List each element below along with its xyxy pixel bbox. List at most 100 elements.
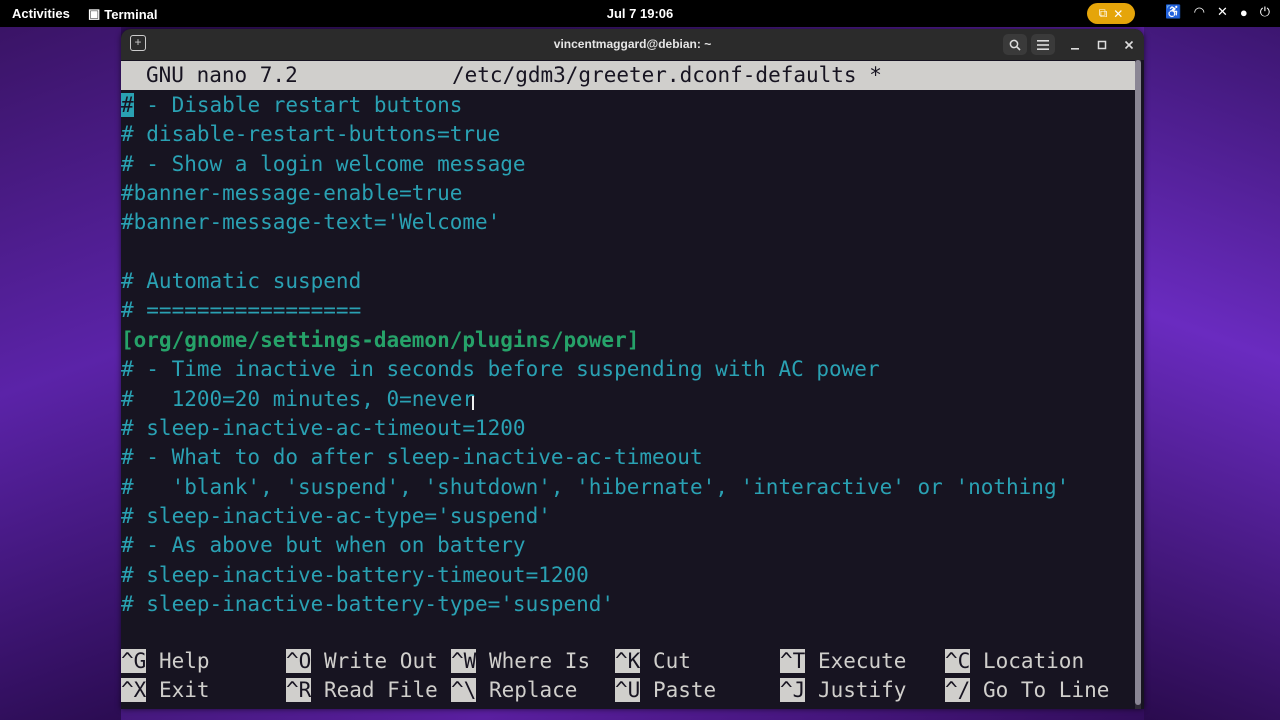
editor-line[interactable]: # sleep-inactive-ac-type='suspend' bbox=[121, 502, 551, 531]
nano-version: GNU nano 7.2 bbox=[146, 63, 298, 87]
minimize-icon bbox=[1071, 47, 1079, 50]
editor-line[interactable]: # disable-restart-buttons=true bbox=[121, 120, 500, 149]
line-text: # Automatic suspend bbox=[121, 269, 362, 294]
editor-line[interactable]: [org/gnome/settings-daemon/plugins/power… bbox=[121, 326, 639, 355]
line-text: #banner-message-text='Welcome' bbox=[121, 210, 501, 235]
shortcut-label: Location bbox=[970, 649, 1085, 673]
scrollbar[interactable] bbox=[1135, 60, 1141, 709]
line-text: - Disable restart buttons bbox=[133, 93, 463, 117]
editor-line[interactable]: # - What to do after sleep-inactive-ac-t… bbox=[121, 443, 703, 472]
shortcut-label: Cut bbox=[640, 649, 691, 673]
editor-line[interactable]: # ================= bbox=[121, 296, 361, 325]
config-section-header: [org/gnome/settings-daemon/plugins/power… bbox=[121, 327, 640, 352]
shortcut-key: ^/ bbox=[945, 678, 971, 702]
line-text: #banner-message-enable=true bbox=[121, 181, 463, 206]
screencast-indicator[interactable]: ⧉ ✕ bbox=[1087, 3, 1135, 24]
window-title: vincentmaggard@debian: ~ bbox=[553, 37, 712, 51]
shortcut-key: ^C bbox=[945, 649, 971, 673]
line-text: # - What to do after sleep-inactive-ac-t… bbox=[121, 445, 703, 470]
shortcut-location[interactable]: ^C Location bbox=[945, 647, 1084, 676]
shortcut-key: ^W bbox=[451, 649, 477, 673]
wallpaper bbox=[0, 27, 121, 720]
line-text: # sleep-inactive-battery-type='suspend' bbox=[121, 591, 615, 616]
accessibility-icon[interactable]: ♿ bbox=[1165, 4, 1181, 20]
line-text: # - Time inactive in seconds before susp… bbox=[121, 357, 880, 382]
terminal-window: + vincentmaggard@debian: ~ GNU nano 7.2/… bbox=[121, 29, 1144, 709]
shortcut-label: Where Is bbox=[476, 649, 591, 673]
minimize-button[interactable] bbox=[1065, 34, 1085, 55]
shortcut-key: ^\ bbox=[451, 678, 477, 702]
editor-line[interactable]: #banner-message-enable=true bbox=[121, 179, 462, 208]
wallpaper-right bbox=[1144, 27, 1280, 720]
close-button[interactable] bbox=[1119, 34, 1139, 55]
editor-line[interactable]: # - Show a login welcome message bbox=[121, 150, 526, 179]
line-text: # sleep-inactive-ac-timeout=1200 bbox=[121, 415, 526, 440]
top-bar: Activities ▣ Terminal Jul 7 19:06 ⧉ ✕ ♿ … bbox=[0, 0, 1280, 27]
editor-line[interactable]: # Automatic suspend bbox=[121, 267, 361, 296]
search-icon bbox=[1009, 39, 1021, 51]
maximize-button[interactable] bbox=[1092, 34, 1112, 55]
shortcut-label: Paste bbox=[640, 678, 717, 702]
shortcut-help[interactable]: ^G Help bbox=[121, 647, 210, 676]
shortcut-label: Exit bbox=[146, 678, 210, 702]
line-text: # sleep-inactive-battery-timeout=1200 bbox=[121, 562, 589, 587]
menu-icon bbox=[1037, 39, 1049, 50]
close-icon bbox=[1124, 40, 1134, 49]
volume-muted-icon: ✕ bbox=[1216, 4, 1228, 19]
shortcut-cut[interactable]: ^K Cut bbox=[615, 647, 691, 676]
line-text: # - As above but when on battery bbox=[121, 533, 526, 558]
shortcut-label: Help bbox=[146, 649, 210, 673]
line-text: # - Show a login welcome message bbox=[121, 151, 526, 176]
editor-line[interactable]: # sleep-inactive-ac-timeout=1200 bbox=[121, 414, 526, 443]
shortcut-key: ^J bbox=[780, 678, 806, 702]
editor-line[interactable]: # sleep-inactive-battery-type='suspend' bbox=[121, 590, 614, 619]
editor-line[interactable]: # sleep-inactive-battery-timeout=1200 bbox=[121, 561, 589, 590]
maximize-icon bbox=[1097, 40, 1107, 49]
wifi-icon: ◠ bbox=[1193, 4, 1205, 19]
shortcut-where-is[interactable]: ^W Where Is bbox=[451, 647, 590, 676]
shortcut-label: Read File bbox=[311, 678, 438, 702]
text-cursor: # bbox=[121, 93, 134, 117]
editor-line[interactable]: # - Disable restart buttons bbox=[121, 91, 462, 120]
stop-icon: ✕ bbox=[1113, 6, 1124, 21]
shortcut-key: ^R bbox=[286, 678, 312, 702]
mouse-cursor bbox=[472, 396, 474, 410]
shortcut-label: Write Out bbox=[311, 649, 438, 673]
title-bar: + vincentmaggard@debian: ~ bbox=[121, 29, 1144, 60]
shortcut-label: Go To Line bbox=[970, 678, 1110, 702]
editor-line[interactable]: #banner-message-text='Welcome' bbox=[121, 208, 500, 237]
line-text: # ================= bbox=[121, 298, 362, 323]
screen-record-icon: ⧉ bbox=[1098, 6, 1108, 20]
editor-line[interactable]: # - Time inactive in seconds before susp… bbox=[121, 355, 880, 384]
shortcut-write-out[interactable]: ^O Write Out bbox=[286, 647, 438, 676]
hamburger-menu-button[interactable] bbox=[1031, 34, 1055, 55]
line-text: # 1200=20 minutes, 0=never bbox=[121, 386, 476, 411]
shortcut-key: ^G bbox=[121, 649, 147, 673]
scrollbar-thumb[interactable] bbox=[1135, 60, 1141, 705]
shortcut-key: ^X bbox=[121, 678, 147, 702]
shortcut-justify[interactable]: ^J Justify bbox=[780, 676, 906, 705]
nano-filename: /etc/gdm3/greeter.dconf-defaults * bbox=[452, 63, 882, 87]
search-button[interactable] bbox=[1003, 34, 1027, 55]
editor-line[interactable]: # - As above but when on battery bbox=[121, 531, 526, 560]
terminal-content[interactable]: GNU nano 7.2/etc/gdm3/greeter.dconf-defa… bbox=[121, 60, 1144, 709]
shortcut-replace[interactable]: ^\ Replace bbox=[451, 676, 577, 705]
shortcut-key: ^K bbox=[615, 649, 641, 673]
shortcut-label: Justify bbox=[805, 678, 907, 702]
nano-header: GNU nano 7.2/etc/gdm3/greeter.dconf-defa… bbox=[121, 61, 1135, 90]
shortcut-execute[interactable]: ^T Execute bbox=[780, 647, 906, 676]
shortcut-read-file[interactable]: ^R Read File bbox=[286, 676, 438, 705]
editor-line[interactable]: # 'blank', 'suspend', 'shutdown', 'hiber… bbox=[121, 473, 1069, 502]
microphone-icon: ● bbox=[1239, 4, 1248, 20]
shortcut-label: Execute bbox=[805, 649, 907, 673]
editor-line[interactable]: # 1200=20 minutes, 0=never bbox=[121, 385, 475, 414]
system-tray[interactable]: ♿ ◠ ✕ ● ⏻ bbox=[1165, 4, 1270, 20]
shortcut-paste[interactable]: ^U Paste bbox=[615, 676, 716, 705]
line-text: # sleep-inactive-ac-type='suspend' bbox=[121, 503, 551, 528]
line-text: # 'blank', 'suspend', 'shutdown', 'hiber… bbox=[121, 474, 1070, 499]
shortcut-exit[interactable]: ^X Exit bbox=[121, 676, 210, 705]
shortcut-key: ^U bbox=[615, 678, 641, 702]
shortcut-go-to-line[interactable]: ^/ Go To Line bbox=[945, 676, 1109, 705]
shortcut-key: ^T bbox=[780, 649, 806, 673]
line-text: # disable-restart-buttons=true bbox=[121, 122, 501, 147]
